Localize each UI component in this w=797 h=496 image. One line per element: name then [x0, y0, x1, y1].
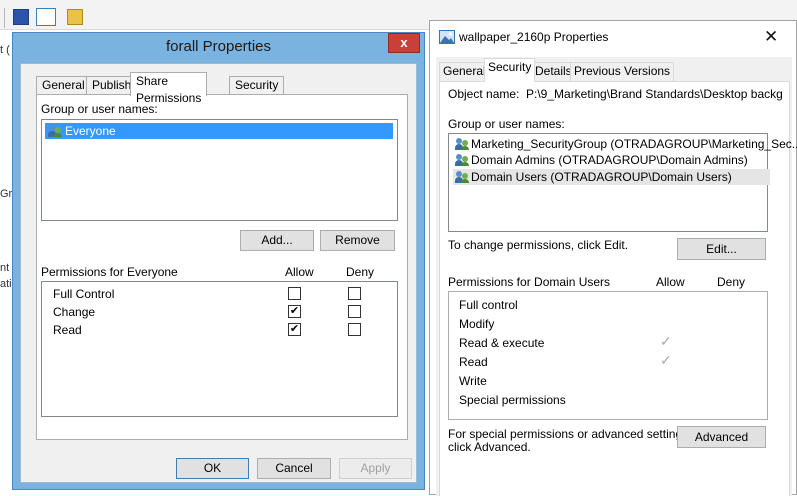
background-text-fragment: Gr — [0, 188, 13, 200]
tab-general[interactable]: General — [439, 62, 490, 81]
change-permissions-text: To change permissions, click Edit. — [448, 238, 629, 252]
permission-name: Read — [459, 355, 488, 369]
ok-button[interactable]: OK — [176, 458, 249, 479]
list-item-label: Marketing_SecurityGroup (OTRADAGROUP\Mar… — [471, 137, 797, 151]
add-button[interactable]: Add... — [240, 230, 314, 251]
dialog-titlebar: wallpaper_2160p Properties ✕ — [430, 21, 796, 53]
advanced-button[interactable]: Advanced — [677, 426, 766, 448]
close-button[interactable]: x — [388, 33, 420, 53]
dialog-client-area: General Publish Share Permissions Securi… — [20, 63, 417, 483]
allow-check-icon: ✓ — [660, 333, 672, 349]
dialog-client-area: General Security Details Previous Versio… — [436, 57, 797, 496]
dialog-title: wallpaper_2160p Properties — [459, 30, 609, 44]
deny-header: Deny — [717, 275, 746, 289]
permission-name: Special permissions — [459, 393, 566, 407]
image-file-icon — [439, 30, 455, 44]
permission-name: Read — [53, 323, 82, 337]
advanced-hint-line2: click Advanced. — [448, 440, 531, 454]
list-item-label: Everyone — [65, 124, 116, 138]
new-folder-icon[interactable] — [67, 9, 83, 25]
remove-button[interactable]: Remove — [320, 230, 395, 251]
allow-checkbox[interactable] — [288, 287, 301, 300]
users-icon — [48, 125, 62, 137]
permissions-header: Permissions for Everyone — [41, 265, 178, 279]
list-item-label: Domain Admins (OTRADAGROUP\Domain Admins… — [471, 153, 748, 167]
allow-checkbox[interactable]: ✔ — [288, 323, 301, 336]
user-list[interactable]: Everyone — [41, 119, 398, 221]
cancel-button[interactable]: Cancel — [257, 458, 331, 479]
permission-name: Modify — [459, 317, 495, 331]
list-item[interactable]: Domain Users (OTRADAGROUP\Domain Users) — [453, 169, 770, 185]
permission-name: Full control — [459, 298, 518, 312]
deny-checkbox[interactable] — [348, 323, 361, 336]
background-text-fragment: t ( — [0, 44, 10, 56]
help-icon[interactable] — [13, 9, 29, 25]
permissions-header: Permissions for Domain Users — [448, 275, 611, 289]
user-list[interactable]: Marketing_SecurityGroup (OTRADAGROUP\Mar… — [448, 133, 797, 232]
dialog-title: forall Properties — [165, 38, 272, 55]
allow-check-icon: ✓ — [660, 352, 672, 368]
tab-security[interactable]: Security — [484, 58, 536, 82]
allow-header: Allow — [285, 265, 314, 279]
users-icon — [455, 138, 469, 150]
edit-button[interactable]: Edit... — [677, 238, 766, 260]
close-icon[interactable]: ✕ — [764, 27, 778, 47]
apply-button[interactable]: Apply — [339, 458, 412, 479]
tab-details[interactable]: Details — [531, 62, 576, 81]
deny-header: Deny — [346, 265, 375, 279]
group-label: Group or user names: — [448, 117, 565, 131]
toolbar-separator — [4, 8, 5, 28]
allow-checkbox[interactable]: ✔ — [288, 305, 301, 318]
deny-checkbox[interactable] — [348, 287, 361, 300]
properties-icon[interactable] — [36, 8, 56, 26]
deny-checkbox[interactable] — [348, 305, 361, 318]
tab-previous-versions[interactable]: Previous Versions — [570, 62, 675, 81]
wallpaper-properties-dialog: wallpaper_2160p Properties ✕ General Sec… — [429, 20, 797, 496]
tab-security[interactable]: Security — [229, 76, 285, 95]
background-text-fragment: nt — [0, 262, 10, 274]
security-panel: Object name: P:\9_Marketing\Brand Standa… — [439, 81, 797, 496]
advanced-hint-line1: For special permissions or advanced sett… — [448, 427, 692, 441]
allow-header: Allow — [656, 275, 685, 289]
permissions-list: Full Control Change ✔ Read ✔ — [41, 281, 398, 417]
forall-properties-dialog: forall Properties x General Publish Shar… — [12, 32, 425, 490]
users-icon — [455, 171, 469, 183]
object-name-value: P:\9_Marketing\Brand Standards\Desktop b… — [526, 87, 783, 101]
permission-name: Write — [459, 374, 487, 388]
permission-name: Read & execute — [459, 336, 545, 350]
permission-name: Change — [53, 305, 96, 319]
permissions-list: Full control Modify Read & execute ✓ Rea… — [448, 291, 768, 420]
list-item[interactable]: Domain Admins (OTRADAGROUP\Domain Admins… — [453, 152, 748, 168]
permission-name: Full Control — [53, 287, 115, 301]
share-permissions-panel: Group or user names: Everyone Add... Rem… — [36, 94, 408, 440]
background-text-fragment: ati — [0, 278, 12, 290]
tab-general[interactable]: General — [36, 76, 91, 95]
list-item[interactable]: Marketing_SecurityGroup (OTRADAGROUP\Mar… — [453, 136, 797, 152]
tab-share-permissions[interactable]: Share Permissions — [130, 72, 208, 105]
list-item-label: Domain Users (OTRADAGROUP\Domain Users) — [471, 170, 732, 184]
object-name-label: Object name: — [448, 87, 520, 101]
list-item[interactable]: Everyone — [45, 123, 393, 139]
users-icon — [455, 154, 469, 166]
